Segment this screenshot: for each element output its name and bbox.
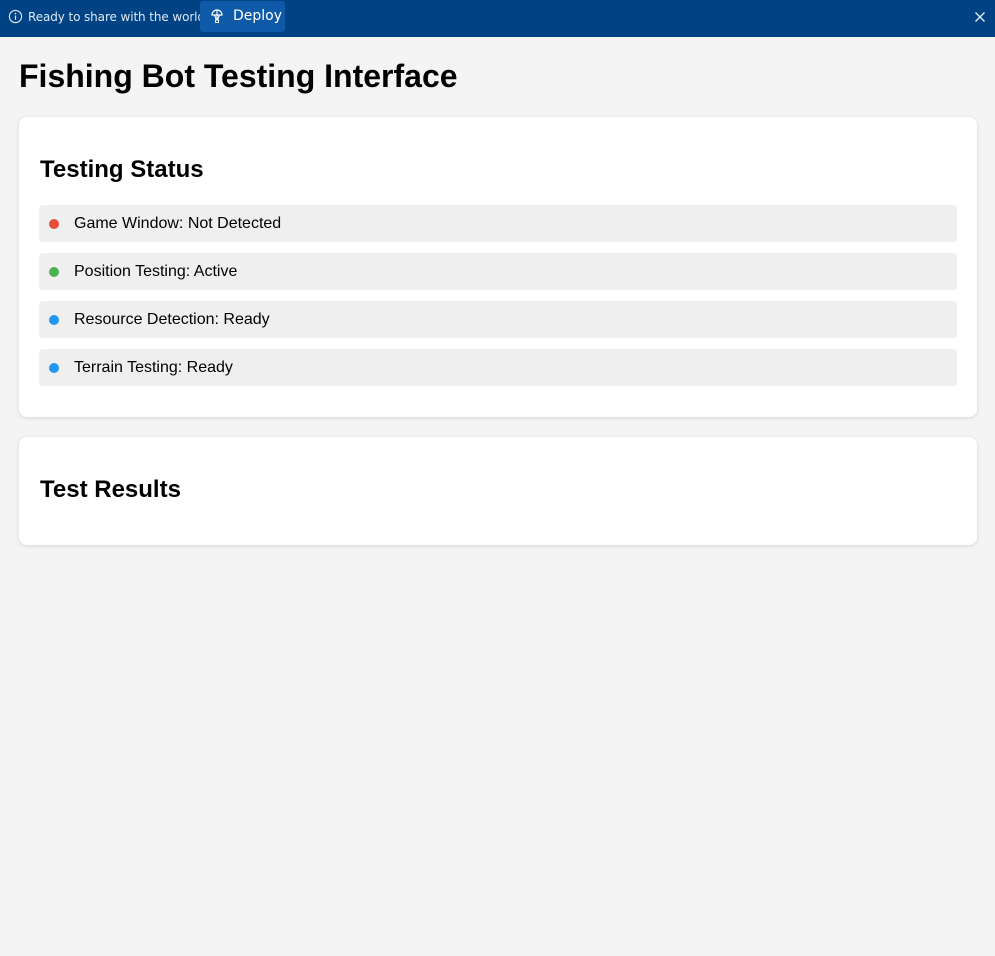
deploy-banner: Ready to share with the world? Deploy — [0, 0, 995, 37]
status-item-terrain-testing: Terrain Testing: Ready — [39, 349, 957, 386]
status-item-position-testing: Position Testing: Active — [39, 253, 957, 290]
status-item-game-window: Game Window: Not Detected — [39, 205, 957, 242]
status-dot-icon — [49, 267, 59, 277]
deploy-button-label: Deploy — [233, 8, 283, 24]
status-dot-icon — [49, 363, 59, 373]
status-dot-icon — [49, 315, 59, 325]
status-item-label: Resource Detection: Ready — [74, 311, 270, 328]
status-item-resource-detection: Resource Detection: Ready — [39, 301, 957, 338]
status-item-label: Terrain Testing: Ready — [74, 359, 233, 376]
deploy-icon — [211, 9, 223, 23]
test-results-card: Test Results — [19, 437, 977, 545]
close-icon[interactable] — [972, 9, 988, 25]
status-item-label: Position Testing: Active — [74, 263, 238, 280]
testing-status-card: Testing Status Game Window: Not Detected… — [19, 117, 977, 417]
status-dot-icon — [49, 219, 59, 229]
banner-message: Ready to share with the world? — [28, 10, 212, 24]
testing-status-heading: Testing Status — [40, 156, 204, 183]
test-results-heading: Test Results — [40, 476, 181, 503]
status-item-label: Game Window: Not Detected — [74, 215, 282, 232]
status-list: Game Window: Not Detected Position Testi… — [39, 205, 957, 397]
page-title: Fishing Bot Testing Interface — [19, 58, 458, 94]
info-icon — [8, 9, 23, 24]
deploy-button[interactable]: Deploy — [200, 1, 285, 32]
